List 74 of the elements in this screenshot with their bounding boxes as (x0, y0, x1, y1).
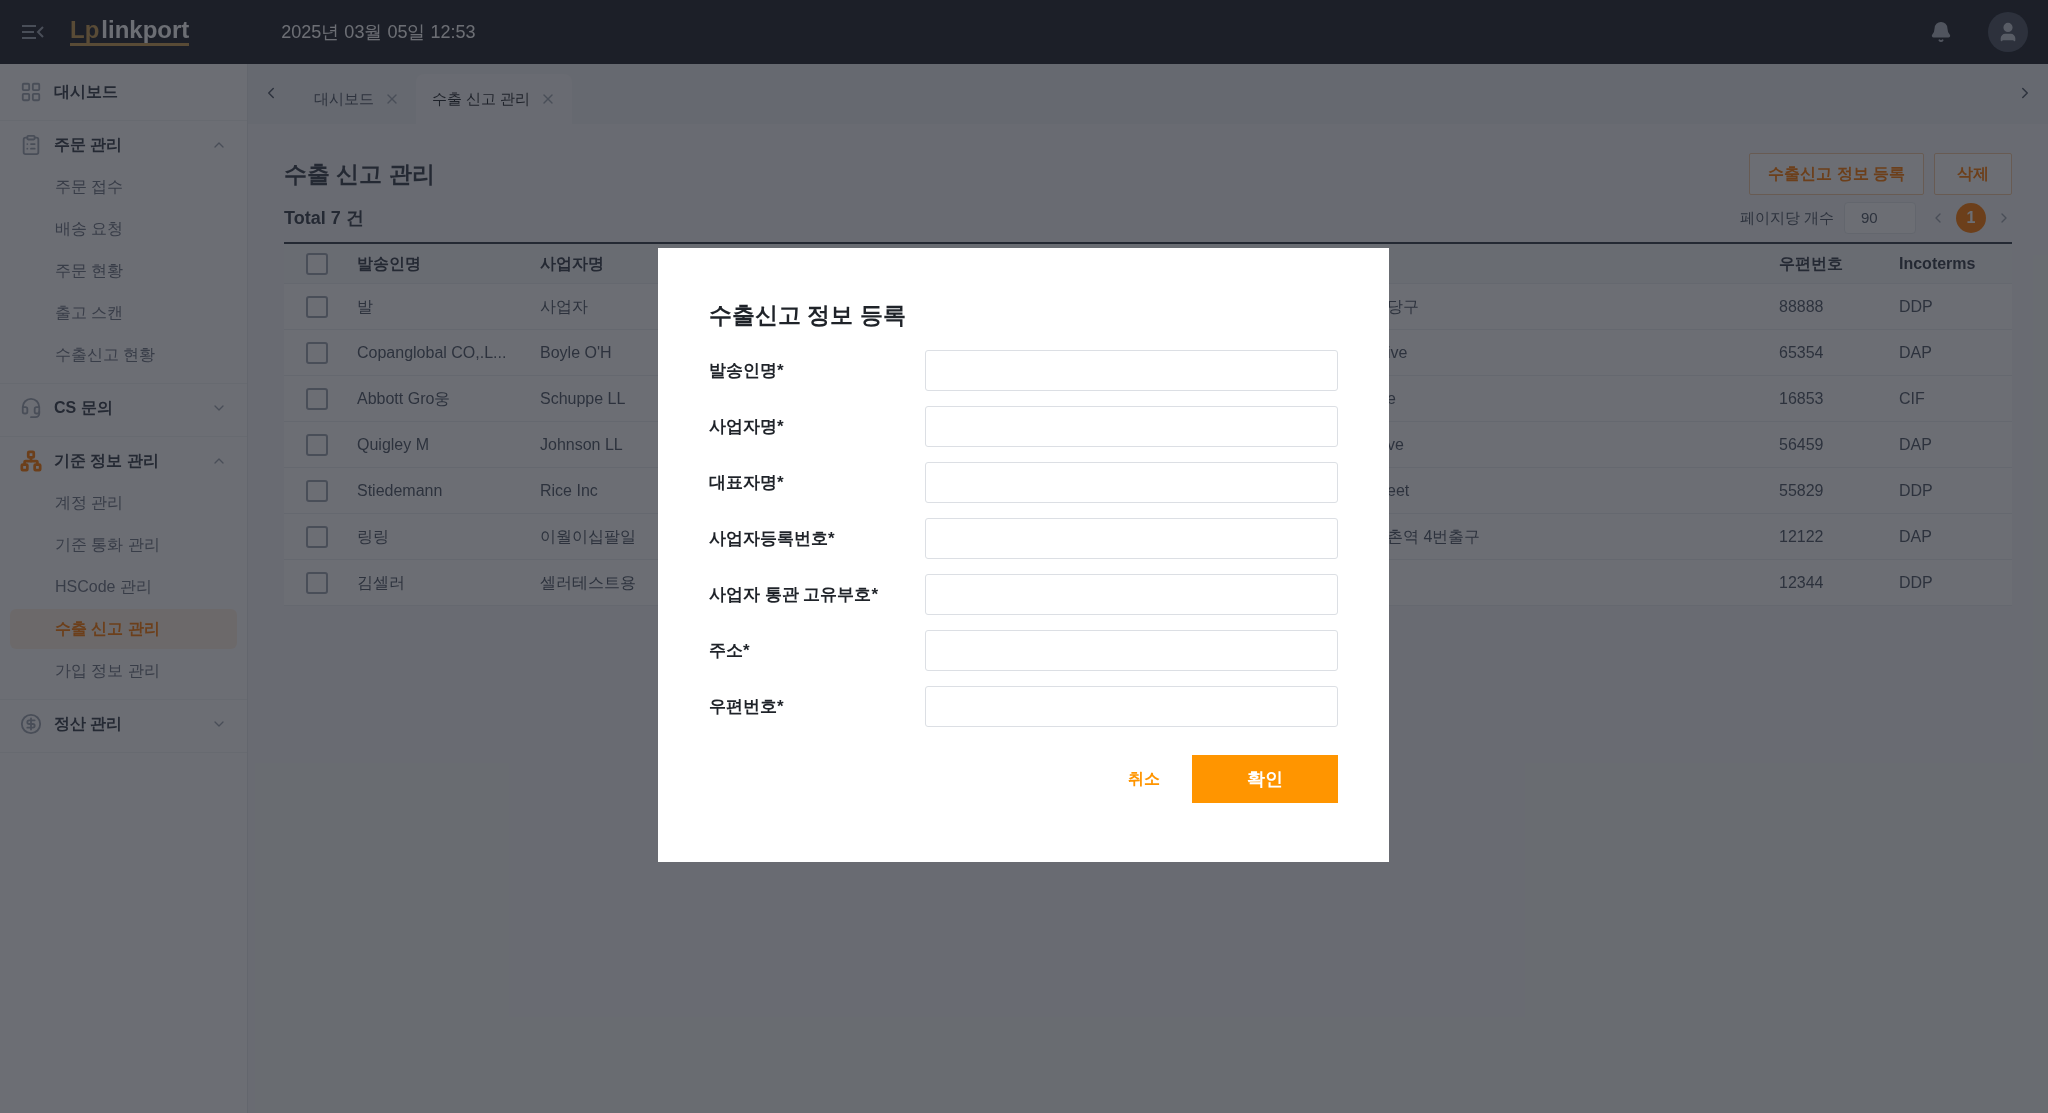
table-cell-text: Boyle O'H (539, 342, 613, 363)
page-size-field[interactable]: 90 (1844, 202, 1916, 234)
date-time: 2025년 03월 05일 12:53 (281, 20, 476, 44)
field-label: 사업자등록번호* (709, 527, 836, 550)
table-cell-text: DDP (1898, 296, 1934, 317)
table-cell-text: DDP (1898, 480, 1934, 501)
logo[interactable]: Lplinkport (70, 18, 190, 46)
input-field[interactable] (925, 630, 1338, 671)
sidebar-item[interactable]: 기준 정보 관리 (0, 441, 247, 481)
action-button[interactable]: 삭제 (1934, 153, 2012, 195)
column-header: 사업자명 (539, 253, 605, 274)
table-cell-text: DAP (1898, 434, 1933, 455)
checkbox[interactable] (305, 252, 328, 275)
table-cell-text: 링링 (356, 526, 390, 547)
sidebar-item[interactable]: 주문 관리 (0, 125, 247, 165)
menu-icon[interactable] (20, 22, 46, 42)
input-field[interactable] (925, 686, 1338, 727)
table-cell-text: CIF (1898, 388, 1926, 409)
sidebar-item[interactable]: CS 문의 (0, 388, 247, 428)
sidebar-item[interactable]: 정산 관리 (0, 704, 247, 744)
column-header: 발송인명 (356, 253, 422, 274)
table-cell-text: 12122 (1778, 526, 1825, 547)
checkbox[interactable] (305, 433, 328, 456)
checkbox[interactable] (305, 479, 328, 502)
table-cell-text: 김셀러 (356, 572, 406, 593)
table-cell-text: 발 (356, 296, 374, 317)
input-field[interactable] (925, 462, 1338, 503)
field-label: 주소* (709, 639, 751, 662)
table-cell-text: Schuppe LL (539, 388, 627, 409)
table-cell-text: Quigley M (356, 434, 431, 455)
table-cell-text: Johnson LL (539, 434, 624, 455)
table-cell-text: 16853 (1778, 388, 1825, 409)
dialog-title: 수출신고 정보 등록 (709, 301, 907, 330)
checkbox[interactable] (305, 571, 328, 594)
input-field[interactable] (925, 406, 1338, 447)
action-button[interactable]: 수출신고 정보 등록 (1749, 153, 1924, 195)
confirm-button[interactable]: 확인 (1192, 755, 1338, 803)
input-field[interactable] (925, 518, 1338, 559)
page-size-label: 페이지당 개수 (1739, 207, 1834, 228)
tab[interactable]: 대시보드 (298, 74, 416, 124)
total-count: Total 7 건 (284, 206, 364, 230)
table-cell-text: 56459 (1778, 434, 1825, 455)
input-field[interactable] (925, 350, 1338, 391)
page-title: 수출 신고 관리 (284, 159, 435, 189)
table-cell-text: Copanglobal CO,.L... (356, 342, 508, 363)
table-cell-text: 65354 (1778, 342, 1825, 363)
table-cell-text: 12344 (1778, 572, 1825, 593)
checkbox[interactable] (305, 295, 328, 318)
notification-bell-icon[interactable] (1930, 21, 1952, 43)
table-cell-text: DAP (1898, 342, 1933, 363)
table-cell-text: 88888 (1778, 296, 1825, 317)
field-label: 대표자명* (709, 471, 785, 494)
avatar[interactable] (1988, 12, 2028, 52)
table-cell-text: Stiedemann (356, 480, 444, 501)
checkbox[interactable] (305, 525, 328, 548)
table-cell-text: Abbott Gro웅 (356, 388, 452, 409)
table-cell-text: DAP (1898, 526, 1933, 547)
table-cell: 촌역 4번출구 (1387, 527, 1481, 545)
field-label: 사업자명* (709, 415, 785, 438)
sidebar-item[interactable]: 대시보드 (0, 72, 247, 112)
table-cell-text: DDP (1898, 572, 1934, 593)
checkbox[interactable] (305, 387, 328, 410)
field-label: 우편번호* (709, 695, 785, 718)
table-cell: 당구 (1387, 297, 1419, 315)
page-number[interactable]: 1 (1956, 203, 1986, 233)
column-header: Incoterms (1898, 253, 1977, 274)
cancel-button[interactable]: 취소 (1128, 767, 1160, 791)
checkbox[interactable] (305, 341, 328, 364)
field-label: 사업자 통관 고유부호* (709, 583, 880, 606)
input-field[interactable] (925, 574, 1338, 615)
field-label: 발송인명* (709, 359, 785, 382)
column-header: 우편번호 (1778, 253, 1844, 274)
table-cell-text: 55829 (1778, 480, 1825, 501)
sidebar-subitem[interactable]: 수출 신고 관리 (10, 609, 237, 649)
